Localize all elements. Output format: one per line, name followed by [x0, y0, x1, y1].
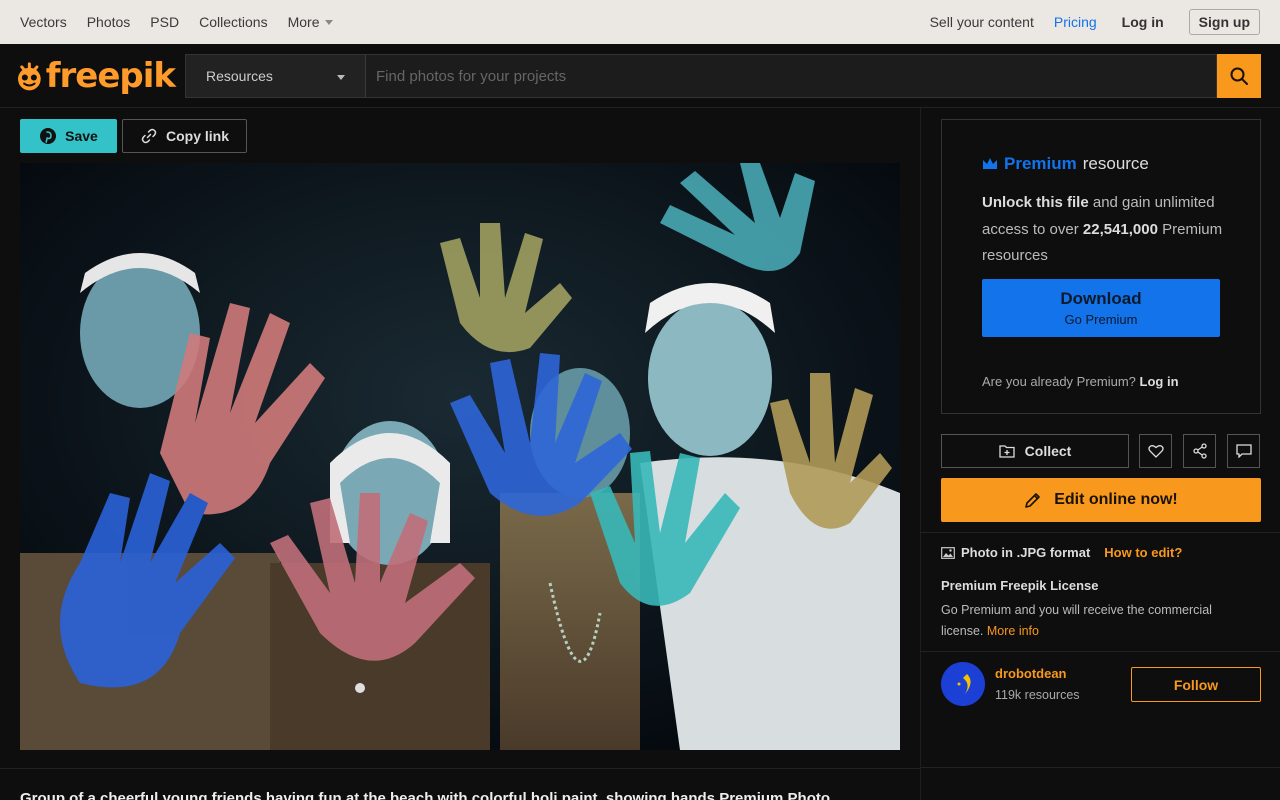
license-text: Go Premium and you will receive the comm…	[941, 600, 1241, 642]
link-icon	[141, 128, 157, 144]
premium-title: Premium resource	[982, 154, 1149, 174]
chevron-down-icon	[325, 19, 334, 25]
search-input[interactable]	[365, 54, 1217, 98]
collect-label: Collect	[1024, 443, 1072, 459]
download-button[interactable]: Download Go Premium	[982, 279, 1220, 337]
search-icon	[1230, 67, 1248, 85]
author-avatar-icon	[941, 662, 985, 706]
pricing-link[interactable]: Pricing	[1054, 14, 1097, 30]
follow-button[interactable]: Follow	[1131, 667, 1261, 702]
already-premium-text: Are you already Premium? Log in	[982, 374, 1179, 389]
search-button[interactable]	[1217, 54, 1261, 98]
logo-text: freepik	[45, 56, 176, 96]
like-button[interactable]	[1139, 434, 1172, 468]
license-description: Go Premium and you will receive the comm…	[941, 603, 1212, 638]
resource-label: resource	[1082, 154, 1149, 173]
top-nav: Vectors Photos PSD Collections More	[20, 14, 353, 30]
already-premium-question: Are you already Premium?	[982, 374, 1136, 389]
premium-login-link[interactable]: Log in	[1140, 374, 1179, 389]
how-to-edit-link[interactable]: How to edit?	[1104, 545, 1182, 560]
photo-caption: Group of a cheerful young friends having…	[20, 790, 831, 800]
format-info: Photo in .JPG format How to edit?	[941, 545, 1182, 560]
copy-link-label: Copy link	[165, 128, 229, 144]
signup-button[interactable]: Sign up	[1188, 9, 1260, 35]
share-icon	[1192, 443, 1207, 459]
format-label: Photo in .JPG format	[961, 545, 1091, 560]
nav-photos[interactable]: Photos	[87, 14, 131, 30]
comment-button[interactable]	[1227, 434, 1260, 468]
edit-online-label: Edit online now!	[1054, 491, 1178, 508]
go-premium-label: Go Premium	[1064, 312, 1138, 327]
unlock-bold: Unlock this file	[982, 194, 1089, 211]
select-value: Resources	[206, 68, 273, 84]
nav-psd[interactable]: PSD	[150, 14, 179, 30]
nav-collections[interactable]: Collections	[199, 14, 267, 30]
search-bar: Resources	[185, 54, 1261, 98]
right-panel: Premium resource Unlock this file and ga…	[920, 108, 1280, 800]
folder-plus-icon	[999, 445, 1015, 458]
sell-content-link[interactable]: Sell your content	[930, 14, 1034, 30]
crown-icon	[983, 158, 997, 169]
edit-online-button[interactable]: Edit online now!	[941, 478, 1261, 522]
premium-label: Premium	[1004, 154, 1077, 173]
login-link[interactable]: Log in	[1122, 14, 1164, 30]
collect-button[interactable]: Collect	[941, 434, 1129, 468]
nav-vectors[interactable]: Vectors	[20, 14, 67, 30]
header: freepik Resources	[0, 44, 1280, 108]
save-label: Save	[65, 128, 98, 144]
unlock-text: Unlock this file and gain unlimited acce…	[982, 190, 1232, 270]
author-resources: 119k resources	[995, 688, 1080, 702]
resource-count: 22,541,000	[1082, 220, 1158, 238]
copy-link-button[interactable]: Copy link	[122, 119, 247, 153]
author-name[interactable]: drobotdean	[995, 666, 1067, 681]
resource-type-select[interactable]: Resources	[185, 54, 365, 98]
save-button[interactable]: Save	[20, 119, 117, 153]
panel-divider	[921, 767, 1280, 768]
more-info-link[interactable]: More info	[987, 624, 1039, 638]
preview-photo[interactable]	[20, 163, 900, 750]
freepik-mascot-icon	[18, 62, 41, 91]
photo-image	[20, 163, 900, 750]
content-divider	[0, 768, 920, 769]
panel-divider	[921, 651, 1280, 652]
license-title: Premium Freepik License	[941, 578, 1099, 593]
freepik-logo[interactable]: freepik	[15, 54, 176, 98]
image-icon	[941, 546, 955, 559]
heart-icon	[1147, 445, 1164, 458]
comment-icon	[1235, 444, 1252, 458]
nav-more-label: More	[287, 14, 320, 30]
nav-more[interactable]: More	[288, 14, 334, 30]
pencil-icon	[1025, 493, 1041, 508]
share-button[interactable]	[1183, 434, 1216, 468]
avatar[interactable]	[941, 662, 985, 706]
top-right-links: Sell your content Pricing Log in Sign up	[910, 9, 1260, 35]
chevron-down-icon	[337, 75, 345, 80]
top-bar: Vectors Photos PSD Collections More Sell…	[0, 0, 1280, 44]
premium-box: Premium resource Unlock this file and ga…	[941, 119, 1261, 414]
pinterest-icon	[40, 128, 57, 144]
download-label: Download	[1060, 289, 1142, 308]
panel-divider	[921, 532, 1280, 533]
